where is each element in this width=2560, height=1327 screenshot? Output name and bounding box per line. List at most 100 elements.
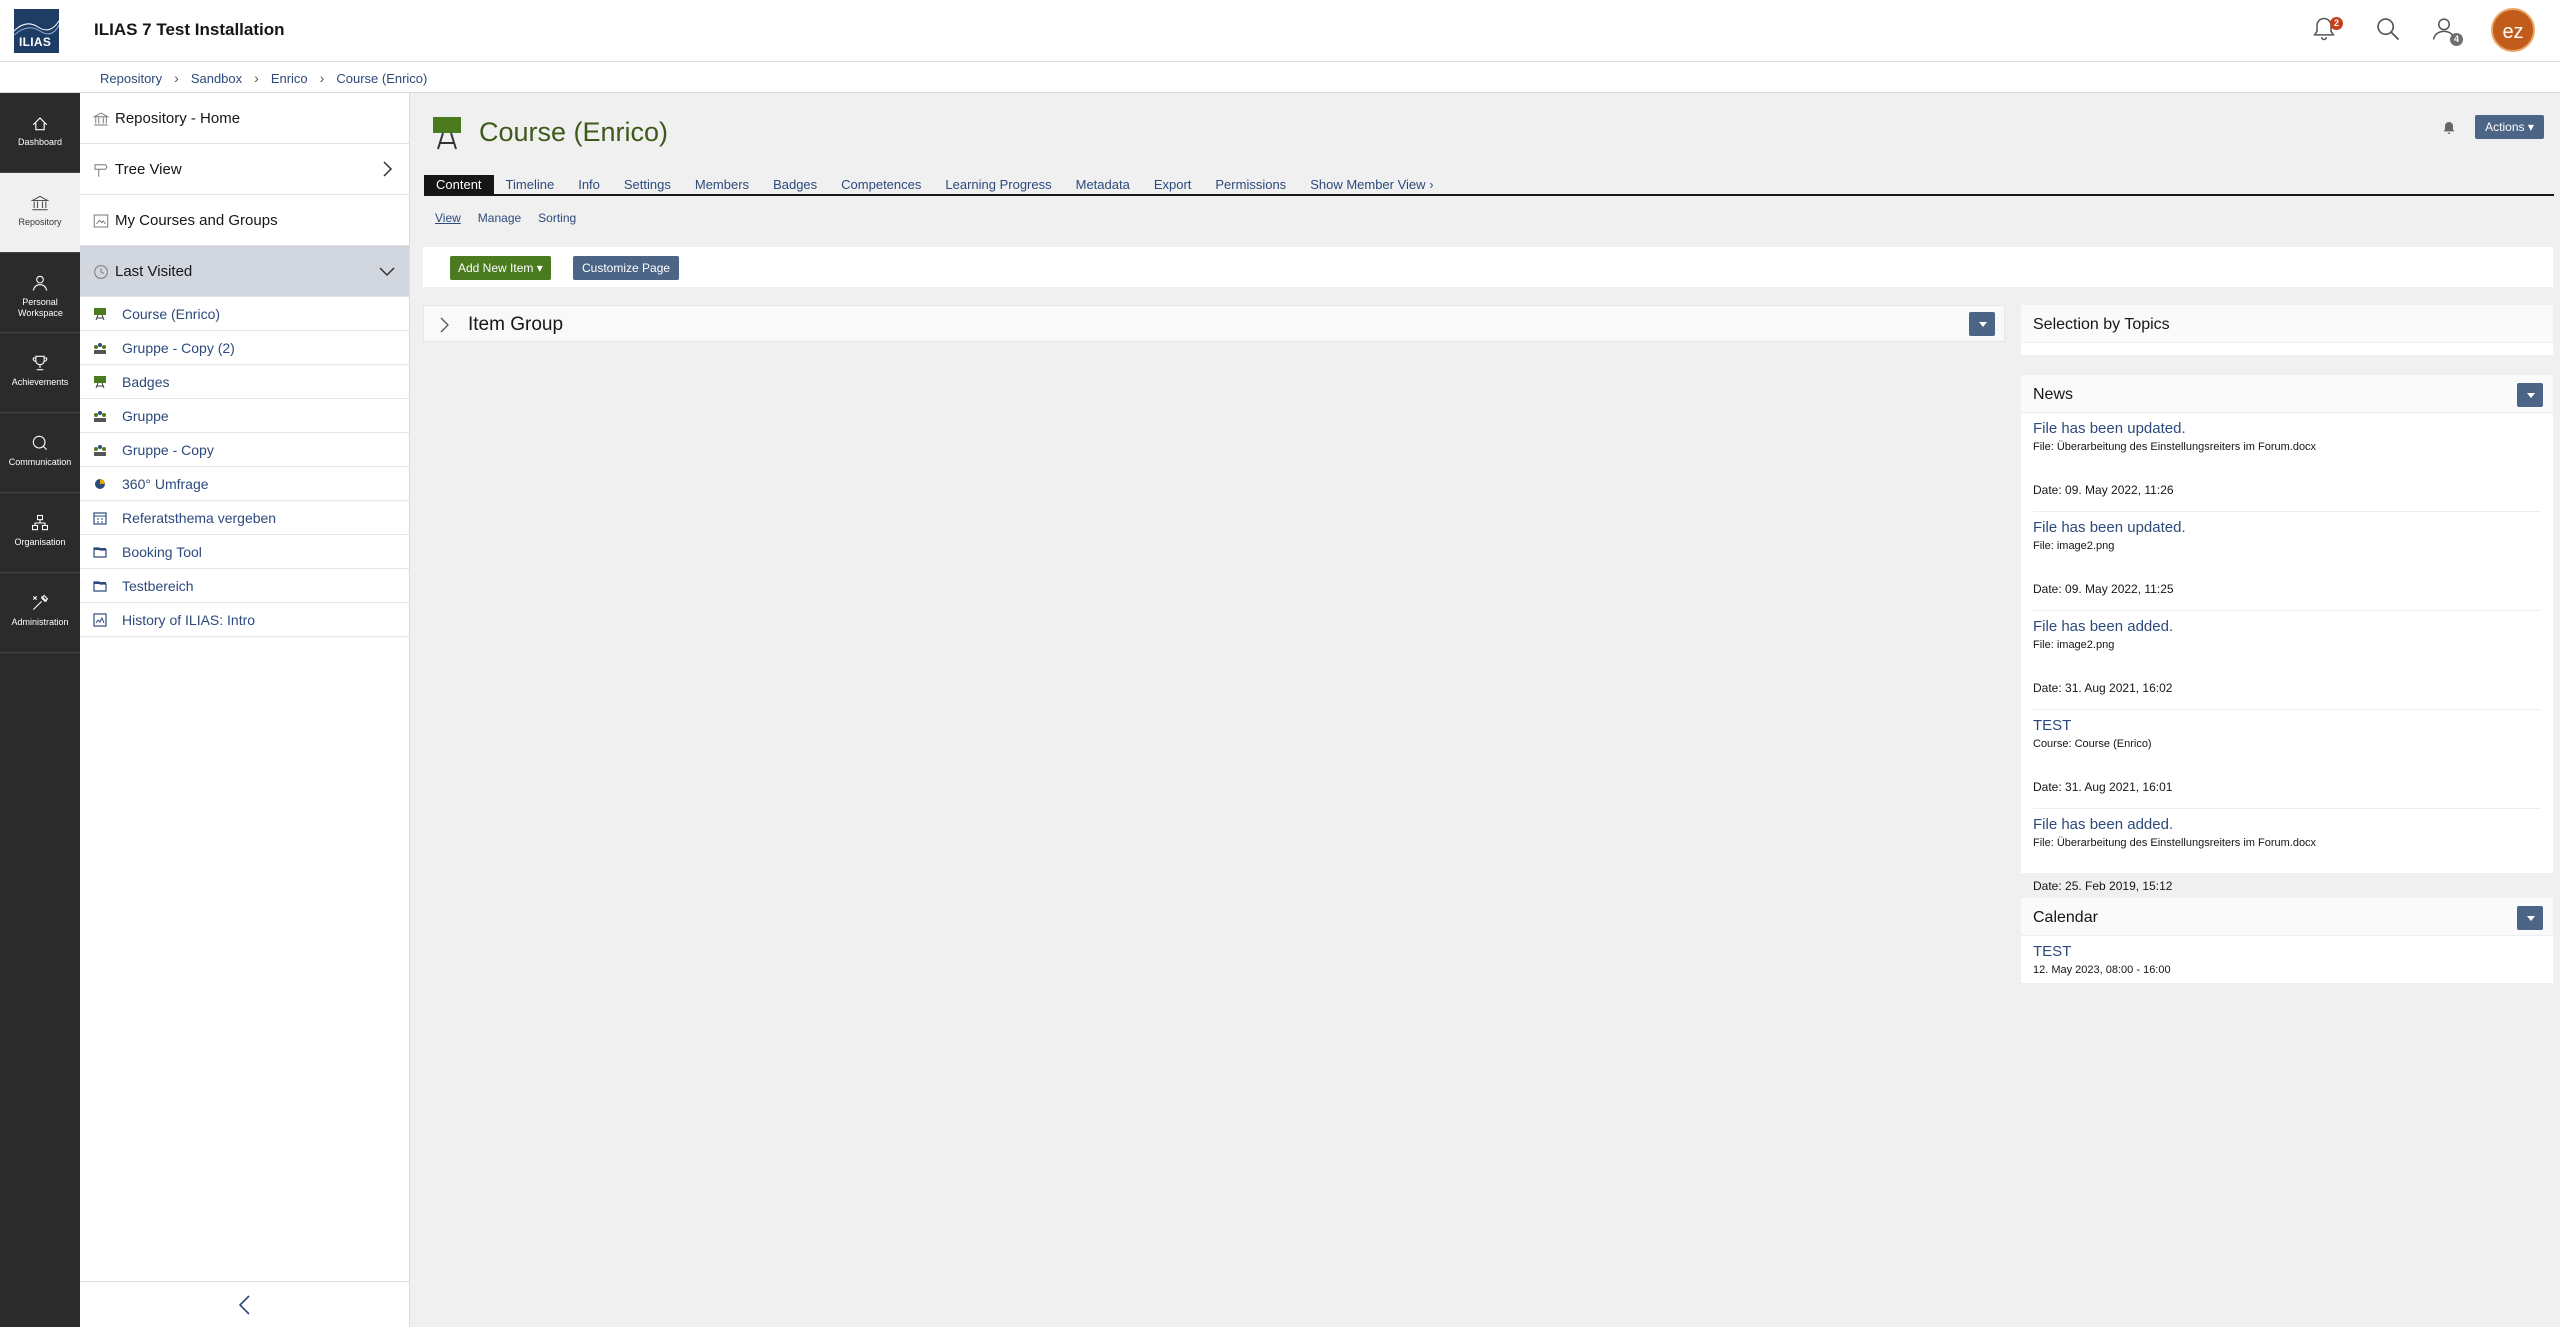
tab-export[interactable]: Export xyxy=(1142,175,1204,194)
group-icon xyxy=(94,411,106,422)
tab-badges[interactable]: Badges xyxy=(761,175,829,194)
breadcrumb-item[interactable]: Enrico xyxy=(271,71,308,86)
customize-page-button[interactable]: Customize Page xyxy=(573,256,680,280)
tab-permissions[interactable]: Permissions xyxy=(1203,175,1298,194)
logo-text: ILIAS xyxy=(19,35,52,49)
news-item: TEST Course: Course (Enrico) Date: 31. A… xyxy=(2021,710,2553,809)
page-title: Course (Enrico) xyxy=(479,117,669,147)
slate-my-courses[interactable]: My Courses and Groups xyxy=(80,195,409,246)
dashboard-icon xyxy=(32,117,48,131)
news-title-link[interactable]: File has been added. xyxy=(2033,809,2541,833)
main-content: Course (Enrico) Actions ▾ Content Timeli… xyxy=(411,93,2560,1327)
mainbar-personal-workspace[interactable]: Personal Workspace xyxy=(0,253,80,333)
subtab-manage[interactable]: Manage xyxy=(478,211,521,225)
breadcrumb-item[interactable]: Course (Enrico) xyxy=(336,71,427,86)
folder-icon xyxy=(93,581,107,592)
tab-content[interactable]: Content xyxy=(424,175,494,194)
item-group[interactable]: Item Group xyxy=(423,305,2005,342)
slate-collapse-button[interactable] xyxy=(80,1281,410,1327)
slate-last-visited[interactable]: Last Visited xyxy=(80,246,409,297)
course-icon xyxy=(94,308,106,321)
last-visited-link[interactable]: Testbereich xyxy=(122,578,194,594)
mainbar-label: Communication xyxy=(8,457,72,467)
search-icon xyxy=(2377,18,2400,41)
news-actions-button[interactable] xyxy=(2517,383,2543,407)
last-visited-link[interactable]: History of ILIAS: Intro xyxy=(122,612,255,628)
last-visited-link[interactable]: Gruppe - Copy xyxy=(122,442,214,458)
news-title-link[interactable]: File has been added. xyxy=(2033,611,2541,635)
topics-panel: Selection by Topics xyxy=(2021,305,2553,355)
clock-icon xyxy=(94,265,108,279)
list-item[interactable]: History of ILIAS: Intro xyxy=(80,603,409,637)
chevron-left-icon xyxy=(238,1295,250,1315)
slate-repository-home[interactable]: Repository - Home xyxy=(80,93,409,144)
add-new-item-label: Add New Item xyxy=(458,261,534,275)
slate-row-label: Repository - Home xyxy=(115,110,241,127)
tab-metadata[interactable]: Metadata xyxy=(1064,175,1142,194)
tab-learning-progress[interactable]: Learning Progress xyxy=(933,175,1063,194)
ilias-logo[interactable]: ILIAS xyxy=(14,9,59,53)
mainbar-communication[interactable]: Communication xyxy=(0,413,80,493)
list-item[interactable]: Gruppe xyxy=(80,399,409,433)
folder-icon xyxy=(93,547,107,558)
mainbar-label: Achievements xyxy=(11,377,69,387)
last-visited-list: Course (Enrico) Gruppe - Copy (2) Badges… xyxy=(80,297,409,637)
last-visited-link[interactable]: Referatsthema vergeben xyxy=(122,510,276,526)
tab-info[interactable]: Info xyxy=(566,175,612,194)
mainbar-dashboard[interactable]: Dashboard xyxy=(0,93,80,173)
tab-competences[interactable]: Competences xyxy=(829,175,933,194)
list-item[interactable]: Booking Tool xyxy=(80,535,409,569)
list-item[interactable]: 360° Umfrage xyxy=(80,467,409,501)
breadcrumb-item[interactable]: Sandbox xyxy=(191,71,242,86)
mainbar-achievements[interactable]: Achievements xyxy=(0,333,80,413)
last-visited-link[interactable]: Booking Tool xyxy=(122,544,202,560)
breadcrumb-bar: Repository › Sandbox › Enrico › Course (… xyxy=(0,62,2560,93)
list-item[interactable]: Gruppe - Copy (2) xyxy=(80,331,409,365)
mainbar-repository[interactable]: Repository xyxy=(0,173,80,253)
last-visited-link[interactable]: 360° Umfrage xyxy=(122,476,209,492)
list-item[interactable]: Testbereich xyxy=(80,569,409,603)
panel-header: Calendar xyxy=(2021,898,2553,936)
calendar-actions-button[interactable] xyxy=(2517,906,2543,930)
list-item[interactable]: Referatsthema vergeben xyxy=(80,501,409,535)
mainbar-administration[interactable]: Administration xyxy=(0,573,80,653)
tab-show-member-view[interactable]: Show Member View › xyxy=(1298,175,1445,194)
list-item[interactable]: Badges xyxy=(80,365,409,399)
slate-row-label: My Courses and Groups xyxy=(115,212,278,229)
trophy-icon xyxy=(32,355,48,371)
news-item: File has been added. File: image2.png Da… xyxy=(2021,611,2553,710)
mainbar-label: Organisation xyxy=(14,537,66,547)
calendar-event-link[interactable]: TEST xyxy=(2033,936,2541,960)
subtab-sorting[interactable]: Sorting xyxy=(538,211,576,225)
news-title-link[interactable]: File has been updated. xyxy=(2033,512,2541,536)
search-button[interactable] xyxy=(2374,15,2406,47)
users-badge: 4 xyxy=(2450,33,2463,46)
list-item[interactable]: Course (Enrico) xyxy=(80,297,409,331)
main-bar: Dashboard Repository Personal Workspace … xyxy=(0,93,80,1327)
last-visited-link[interactable]: Gruppe - Copy (2) xyxy=(122,340,235,356)
last-visited-link[interactable]: Gruppe xyxy=(122,408,169,424)
slate-tree-view[interactable]: Tree View xyxy=(80,144,409,195)
avatar[interactable]: ez xyxy=(2491,8,2535,52)
last-visited-link[interactable]: Badges xyxy=(122,374,169,390)
news-title-link[interactable]: TEST xyxy=(2033,710,2541,734)
subtab-view[interactable]: View xyxy=(435,211,461,225)
notifications-button[interactable]: 2 xyxy=(2310,15,2343,47)
actions-button[interactable]: Actions ▾ xyxy=(2475,115,2544,139)
course-icon xyxy=(433,117,461,150)
last-visited-link[interactable]: Course (Enrico) xyxy=(122,306,220,322)
survey-icon xyxy=(95,479,105,489)
bell-icon[interactable] xyxy=(2441,120,2457,136)
tab-label: Show Member View xyxy=(1310,177,1426,192)
add-new-item-button[interactable]: Add New Item ▾ xyxy=(450,256,551,280)
tab-settings[interactable]: Settings xyxy=(612,175,683,194)
item-group-actions-button[interactable] xyxy=(1969,312,1995,336)
tab-members[interactable]: Members xyxy=(683,175,761,194)
breadcrumb-item[interactable]: Repository xyxy=(100,71,162,86)
news-title-link[interactable]: File has been updated. xyxy=(2033,413,2541,437)
online-users-button[interactable]: 4 xyxy=(2430,15,2463,47)
mainbar-organisation[interactable]: Organisation xyxy=(0,493,80,573)
list-item[interactable]: Gruppe - Copy xyxy=(80,433,409,467)
subtab-bar: View Manage Sorting xyxy=(435,211,593,225)
tab-timeline[interactable]: Timeline xyxy=(494,175,567,194)
